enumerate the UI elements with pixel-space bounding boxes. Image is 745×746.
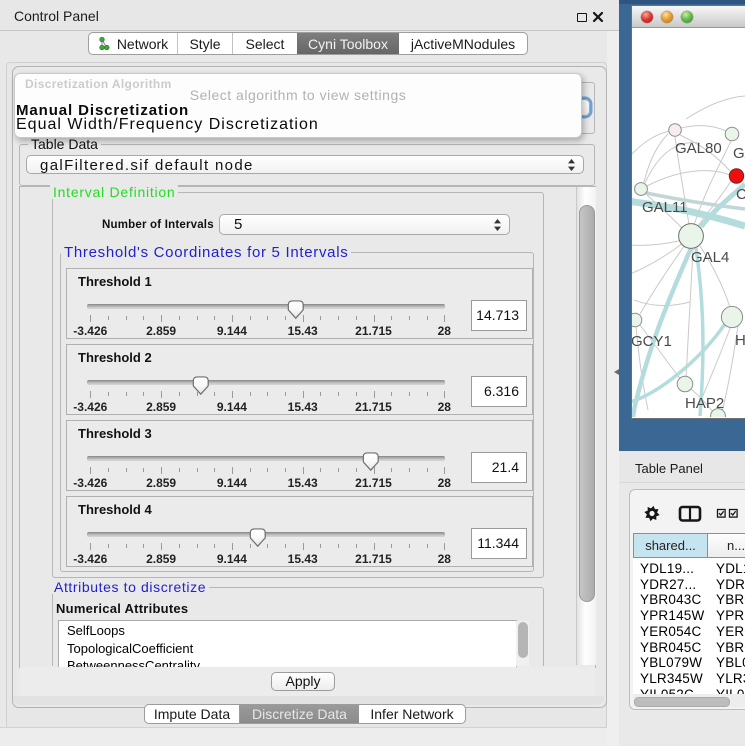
svg-text:GCY1: GCY1	[632, 333, 672, 350]
svg-text:H: H	[735, 332, 745, 349]
svg-text:GAL4: GAL4	[691, 249, 729, 266]
svg-text:GA: GA	[733, 145, 745, 162]
svg-text:HAP2: HAP2	[685, 395, 724, 412]
svg-text:C: C	[736, 186, 745, 203]
svg-text:GAL80: GAL80	[675, 140, 722, 157]
svg-text:GAL11: GAL11	[642, 199, 688, 216]
